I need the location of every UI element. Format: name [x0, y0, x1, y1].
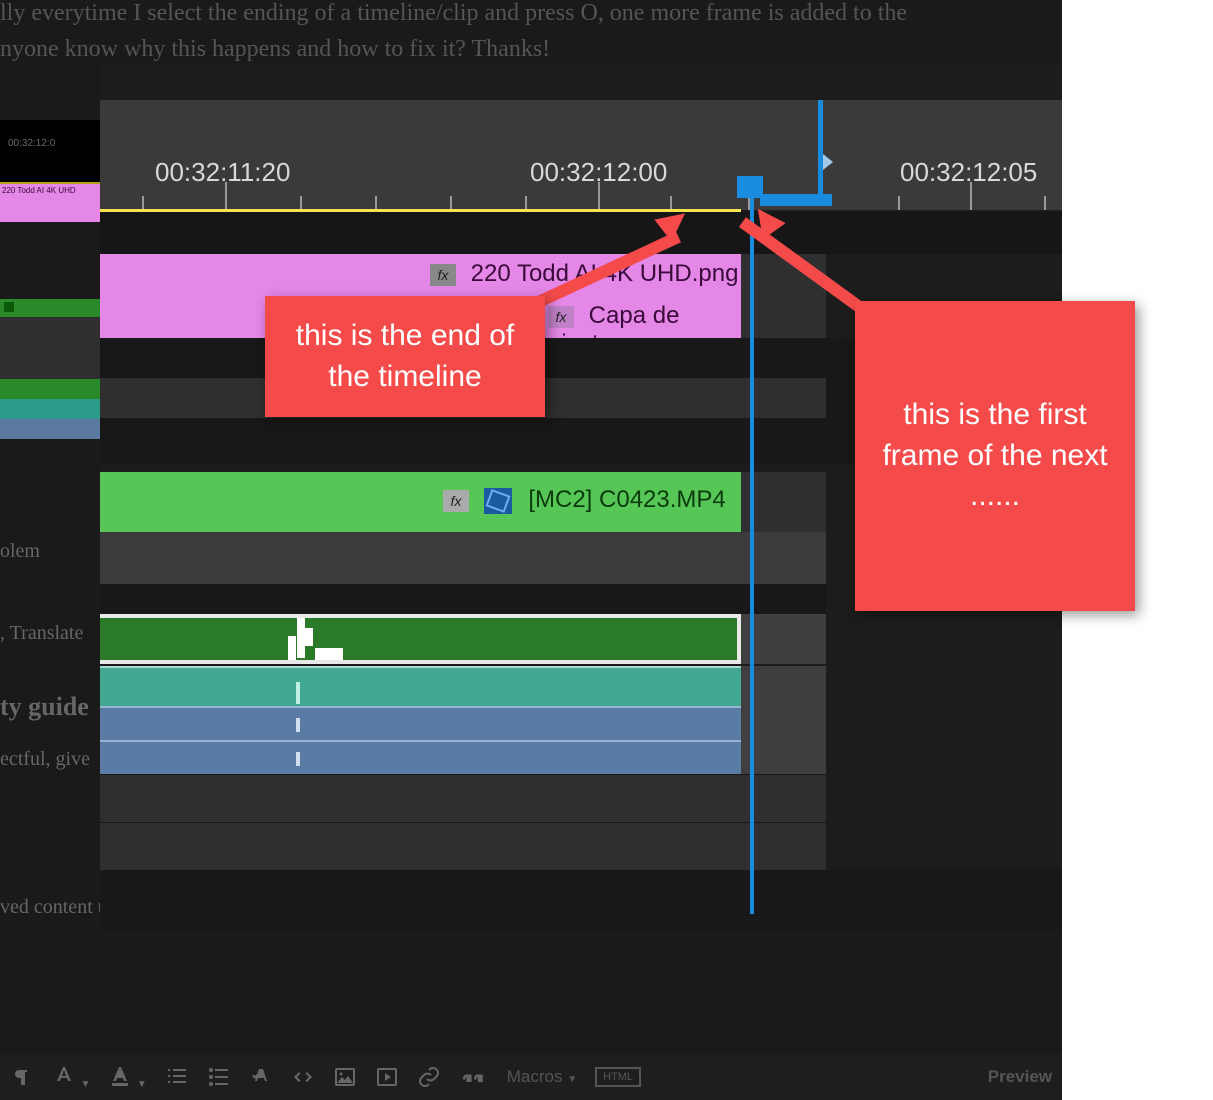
timeline-thumbnail: 00:32:12:0 220 Todd AI 4K UHD [0, 120, 100, 500]
quote-icon[interactable] [459, 1062, 489, 1092]
side-text-problem: olem [0, 540, 40, 563]
empty-track-row [100, 532, 826, 584]
track-gap-top [100, 212, 1062, 254]
audio-track-a3[interactable] [100, 706, 741, 740]
timeline-ruler[interactable]: 00:32:11:20 00:32:12:00 00:32:12:05 [100, 100, 1062, 210]
playhead-line[interactable] [750, 184, 754, 914]
ruler-time-1: 00:32:11:20 [155, 157, 290, 188]
bullet-list-icon[interactable] [207, 1065, 231, 1089]
numbered-list-icon[interactable] [165, 1065, 189, 1089]
font-color-dropdown[interactable]: ▼ [108, 1063, 146, 1092]
audio-track-a4[interactable] [100, 740, 741, 774]
side-text-translate: , Translate [0, 622, 83, 645]
video-track-v1[interactable]: fx [MC2] C0423.MP4 [100, 472, 741, 532]
video-track-v3[interactable]: fx 220 Todd AI 4K UHD.png [100, 254, 741, 296]
preview-button[interactable]: Preview [988, 1067, 1052, 1087]
multicam-icon [484, 488, 512, 514]
fx-badge-icon: fx [443, 490, 469, 512]
side-text-guidelines: ty guide [0, 692, 89, 722]
spellcheck-icon[interactable] [249, 1065, 273, 1089]
post-body-line1: lly everytime I select the ending of a t… [0, 0, 1050, 27]
playhead-chevron-icon [823, 154, 833, 170]
clip-name-3: [MC2] C0423.MP4 [528, 486, 725, 513]
thumb-clip1: 220 Todd AI 4K UHD [0, 184, 100, 222]
thumb-timecode: 00:32:12:0 [0, 120, 100, 167]
paragraph-icon[interactable] [10, 1065, 34, 1089]
playhead-marker-top[interactable] [818, 100, 823, 200]
side-text-moved: ved content t [0, 896, 103, 919]
empty-audio-row2 [100, 822, 826, 870]
editor-toolbar: ▼ ▼ Macros ▼ HTML Preview [0, 1054, 1062, 1100]
empty-audio-row1 [100, 774, 826, 822]
ruler-time-3: 00:32:12:05 [900, 157, 1037, 188]
side-text-respectful: ectful, give [0, 748, 90, 771]
image-icon[interactable] [333, 1065, 357, 1089]
audio-track-a2[interactable] [100, 666, 741, 706]
html-button[interactable]: HTML [595, 1067, 641, 1087]
post-body-line2: nyone know why this happens and how to f… [0, 36, 550, 63]
code-icon[interactable] [291, 1065, 315, 1089]
fx-badge-icon: fx [548, 306, 574, 328]
macros-dropdown[interactable]: Macros ▼ [507, 1067, 577, 1087]
annotation-first-frame: this is the first frame of the next ....… [855, 301, 1135, 611]
annotation-end-timeline: this is the end of the timeline [265, 296, 545, 417]
audio-track-a1[interactable] [100, 618, 737, 660]
font-size-dropdown[interactable]: ▼ [52, 1063, 90, 1092]
link-icon[interactable] [417, 1065, 441, 1089]
fx-icon [4, 302, 14, 312]
empty-track-gap [100, 584, 826, 614]
track-gap-bottom [100, 870, 1062, 931]
video-icon[interactable] [375, 1065, 399, 1089]
fx-badge-icon: fx [430, 264, 456, 286]
